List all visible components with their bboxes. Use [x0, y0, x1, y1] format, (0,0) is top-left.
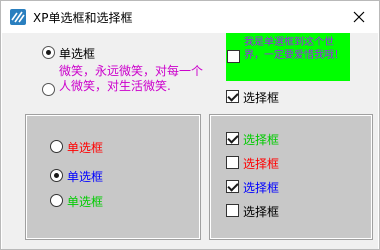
app-icon — [9, 8, 27, 26]
group-checkbox-1-label: 选择框 — [243, 133, 280, 147]
radio-2[interactable] — [42, 83, 55, 96]
title-bar[interactable]: XP单选框和选择框 — [1, 1, 379, 33]
green-checkbox[interactable] — [227, 50, 240, 63]
group-checkbox-2[interactable] — [226, 156, 239, 169]
group-checkbox-3[interactable] — [226, 180, 239, 193]
group-radio-3-label: 单选框 — [67, 195, 104, 209]
radio-1[interactable] — [42, 46, 55, 59]
client-area: 单选框 微笑，永远微笑，对每一个人微笑，对生活微笑. 我是单選框到这个世界，一定… — [2, 33, 378, 249]
radio-1-label: 单选框 — [59, 47, 96, 61]
close-button[interactable] — [341, 1, 377, 32]
group-checkbox-4-label: 选择框 — [243, 205, 280, 219]
group-checkbox-2-label: 选择框 — [243, 157, 280, 171]
checkbox-main-label: 选择框 — [243, 91, 280, 105]
close-icon — [353, 11, 365, 22]
app-window: XP单选框和选择框 单选框 微笑，永远微笑，对每一个人微笑，对生活微笑. 我是单… — [0, 0, 380, 250]
window-title: XP单选框和选择框 — [33, 11, 133, 25]
checkbox-main[interactable] — [226, 90, 239, 103]
green-check-text: 我是单選框到这个世界，一定要爱惜我哦！ — [244, 37, 344, 61]
group-radio-2[interactable] — [50, 169, 63, 182]
group-radio-3[interactable] — [50, 194, 63, 207]
group-checkbox-1[interactable] — [226, 132, 239, 145]
group-radio-2-label: 单选框 — [67, 170, 104, 184]
group-radio-1[interactable] — [50, 140, 63, 153]
group-checkbox-4[interactable] — [226, 204, 239, 217]
group-radio-1-label: 单选框 — [67, 141, 104, 155]
radio-2-text: 微笑，永远微笑，对每一个人微笑，对生活微笑. — [59, 64, 204, 93]
group-checkbox-3-label: 选择框 — [243, 181, 280, 195]
